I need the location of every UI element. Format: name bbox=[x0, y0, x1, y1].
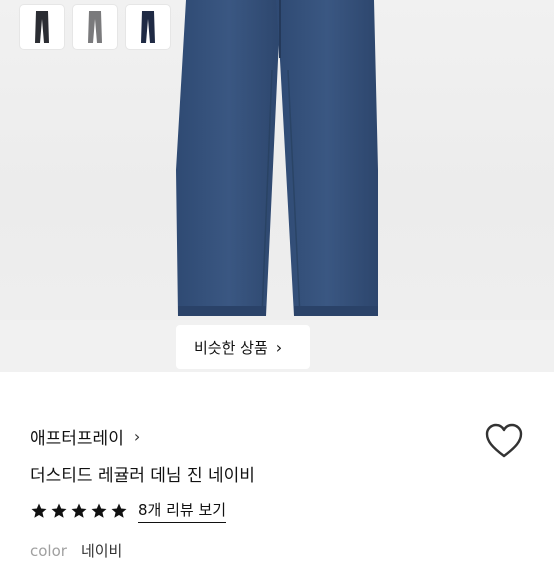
pants-black-icon bbox=[35, 11, 49, 43]
similar-products-label: 비슷한 상품 bbox=[194, 338, 268, 357]
star-icon bbox=[91, 503, 107, 518]
rating-row: 8개 리뷰 보기 bbox=[30, 499, 227, 523]
color-row: color 네이비 bbox=[30, 540, 122, 561]
chevron-right-icon: › bbox=[275, 337, 283, 357]
star-rating bbox=[30, 502, 130, 520]
star-icon bbox=[31, 503, 47, 518]
color-label: color bbox=[30, 542, 67, 560]
view-reviews-link[interactable]: 8개 리뷰 보기 bbox=[138, 499, 227, 523]
brand-link[interactable]: 애프터프레이 › bbox=[30, 424, 140, 449]
product-title: 더스티드 레귤러 데님 진 네이비 bbox=[30, 466, 255, 486]
similar-products-button[interactable]: 비슷한 상품 › bbox=[176, 325, 310, 369]
pants-navy-icon bbox=[141, 11, 155, 43]
thumbnail-navy[interactable] bbox=[126, 5, 170, 49]
heart-icon[interactable] bbox=[484, 422, 524, 460]
star-icon bbox=[71, 503, 87, 518]
chevron-right-icon: › bbox=[133, 427, 141, 446]
brand-name: 애프터프레이 bbox=[30, 429, 124, 449]
pants-gray-icon bbox=[88, 11, 102, 43]
thumbnail-black[interactable] bbox=[20, 5, 64, 49]
color-value: 네이비 bbox=[80, 542, 123, 560]
star-icon bbox=[111, 503, 127, 518]
thumbnail-gray[interactable] bbox=[73, 5, 117, 49]
star-icon bbox=[51, 503, 67, 518]
